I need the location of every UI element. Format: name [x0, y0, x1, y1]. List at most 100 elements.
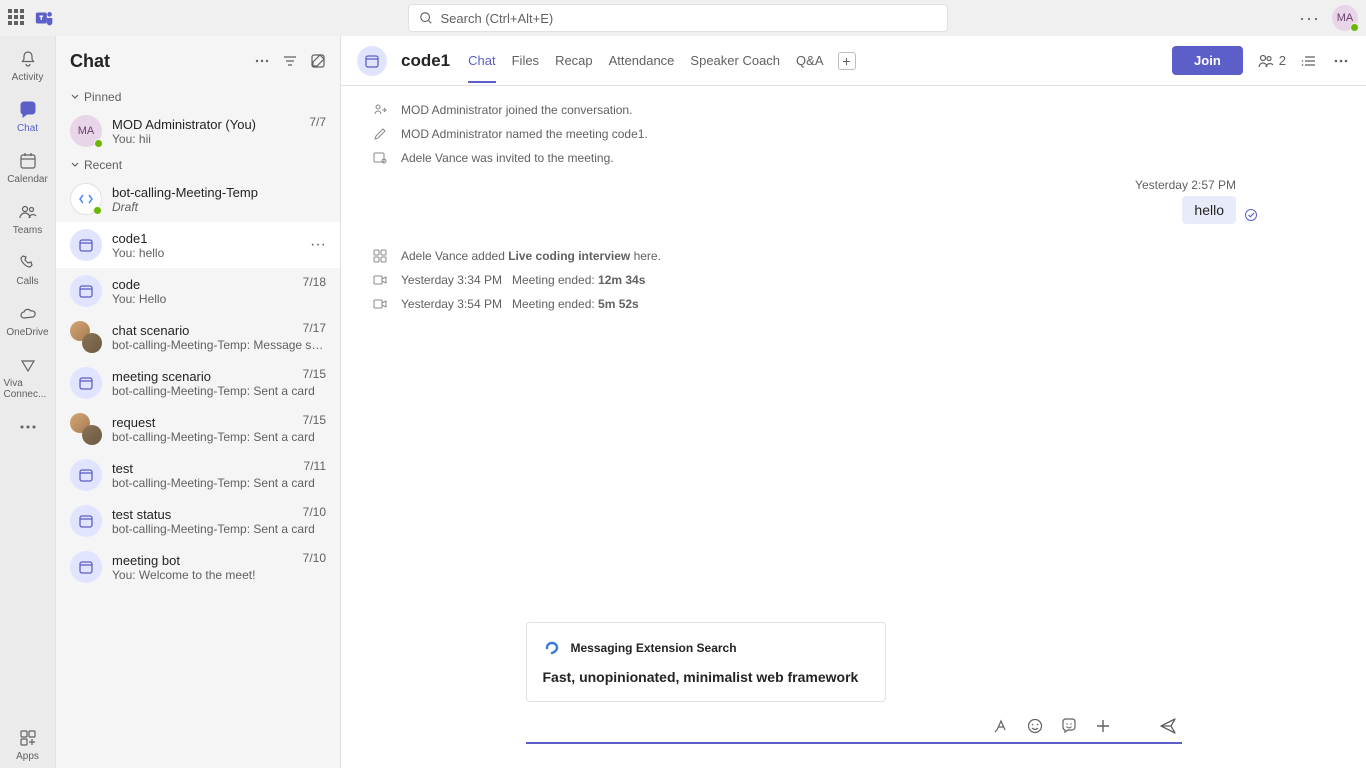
- chat-item-title: request: [112, 415, 326, 430]
- invite-icon: [371, 149, 389, 167]
- compose-area: Messaging Extension Search Fast, unopini…: [341, 622, 1366, 768]
- chat-list-item[interactable]: chat scenariobot-calling-Meeting-Temp: M…: [56, 314, 340, 360]
- rail-calls[interactable]: Calls: [4, 246, 52, 293]
- chat-list-item[interactable]: code1You: hello···: [56, 222, 340, 268]
- chat-item-subtitle: bot-calling-Meeting-Temp: Sent a card: [112, 476, 326, 490]
- chat-item-title: bot-calling-Meeting-Temp: [112, 185, 326, 200]
- chat-item-more[interactable]: ···: [310, 236, 326, 254]
- chevron-down-icon: [70, 160, 80, 170]
- list-icon[interactable]: [1300, 52, 1318, 70]
- rail-activity[interactable]: Activity: [4, 42, 52, 89]
- join-button[interactable]: Join: [1172, 46, 1243, 75]
- filter-icon[interactable]: [282, 53, 298, 69]
- people-icon: [17, 201, 39, 223]
- system-message: MOD Administrator named the meeting code…: [341, 122, 1366, 146]
- chat-list-item[interactable]: meeting scenariobot-calling-Meeting-Temp…: [56, 360, 340, 406]
- compose-toolbar: [526, 710, 1182, 744]
- calendar-icon: [17, 150, 39, 172]
- chat-item-title: code: [112, 277, 326, 292]
- participants-button[interactable]: 2: [1257, 52, 1286, 70]
- card-header-text: Messaging Extension Search: [571, 641, 737, 655]
- avatar: [70, 413, 102, 445]
- chat-item-title: meeting bot: [112, 553, 326, 568]
- header-more-icon[interactable]: [1332, 52, 1350, 70]
- titlebar: Search (Ctrl+Alt+E) ··· MA: [0, 0, 1366, 36]
- viva-icon: [17, 354, 39, 376]
- outgoing-message: hello: [341, 196, 1366, 230]
- chat-item-subtitle: You: hello: [112, 246, 326, 260]
- send-icon[interactable]: [1158, 716, 1178, 736]
- user-avatar[interactable]: MA: [1332, 5, 1358, 31]
- chat-item-title: test status: [112, 507, 326, 522]
- chat-list-item[interactable]: testbot-calling-Meeting-Temp: Sent a car…: [56, 452, 340, 498]
- chat-item-subtitle: You: hii: [112, 132, 326, 146]
- read-receipt-icon: [1244, 208, 1258, 222]
- chat-item-subtitle: bot-calling-Meeting-Temp: Sent a card: [112, 430, 326, 444]
- system-message: MOD Administrator joined the conversatio…: [341, 98, 1366, 122]
- extension-icon: [543, 639, 561, 657]
- search-icon: [419, 11, 433, 25]
- chat-icon: [17, 99, 39, 121]
- chat-item-title: chat scenario: [112, 323, 326, 338]
- chat-item-title: meeting scenario: [112, 369, 326, 384]
- rail-chat[interactable]: Chat: [4, 93, 52, 140]
- recent-section-header[interactable]: Recent: [56, 154, 340, 176]
- chat-list-title: Chat: [70, 51, 110, 72]
- search-input[interactable]: Search (Ctrl+Alt+E): [408, 4, 948, 32]
- cloud-icon: [17, 303, 39, 325]
- avatar: [70, 505, 102, 537]
- app-launcher-icon[interactable]: [8, 9, 26, 27]
- conversation-avatar: [357, 46, 387, 76]
- timestamp-separator: Yesterday 2:57 PM: [341, 170, 1366, 196]
- rail-apps[interactable]: Apps: [4, 721, 52, 768]
- tab-files[interactable]: Files: [512, 39, 539, 83]
- app-rail: Activity Chat Calendar Teams Calls OneDr…: [0, 36, 56, 768]
- avatar: [70, 229, 102, 261]
- chat-list-item[interactable]: bot-calling-Meeting-TempDraft: [56, 176, 340, 222]
- apps-icon: [17, 727, 39, 749]
- conversation-header: code1 Chat Files Recap Attendance Speaker Co…: [341, 36, 1366, 86]
- rail-viva[interactable]: Viva Connec...: [4, 348, 52, 406]
- rail-onedrive[interactable]: OneDrive: [4, 297, 52, 344]
- chat-item-subtitle: bot-calling-Meeting-Temp: Sent a card: [112, 384, 326, 398]
- tab-chat[interactable]: Chat: [468, 39, 495, 83]
- rail-more[interactable]: [4, 410, 52, 444]
- chat-list-item[interactable]: MAMOD Administrator (You)You: hii7/7: [56, 108, 340, 154]
- format-icon[interactable]: [992, 717, 1010, 735]
- chat-list-item[interactable]: test statusbot-calling-Meeting-Temp: Sen…: [56, 498, 340, 544]
- chat-more-icon[interactable]: [254, 53, 270, 69]
- chat-list-item[interactable]: requestbot-calling-Meeting-Temp: Sent a …: [56, 406, 340, 452]
- chat-item-date: 7/17: [303, 321, 326, 335]
- tab-q&a[interactable]: Q&A: [796, 39, 823, 83]
- chat-item-title: code1: [112, 231, 326, 246]
- chat-item-title: MOD Administrator (You): [112, 117, 326, 132]
- grid-icon: [371, 247, 389, 265]
- plus-icon[interactable]: [1094, 717, 1112, 735]
- avatar: [70, 183, 102, 215]
- more-button[interactable]: ···: [1299, 8, 1320, 29]
- chat-list-pane: Chat Pinned MAMOD Administrator (You)You…: [56, 36, 341, 768]
- rail-teams[interactable]: Teams: [4, 195, 52, 242]
- tab-speaker-coach[interactable]: Speaker Coach: [690, 39, 780, 83]
- phone-icon: [17, 252, 39, 274]
- reaction-icon[interactable]: [1060, 717, 1078, 735]
- emoji-icon[interactable]: [1026, 717, 1044, 735]
- chat-list-item[interactable]: codeYou: Hello7/18: [56, 268, 340, 314]
- video-icon: [371, 271, 389, 289]
- conversation-pane: code1 Chat Files Recap Attendance Speaker Co…: [341, 36, 1366, 768]
- add-tab-button[interactable]: +: [838, 52, 856, 70]
- message-text: hello: [1194, 202, 1224, 218]
- presence-badge: [1350, 23, 1359, 32]
- pinned-section-header[interactable]: Pinned: [56, 86, 340, 108]
- new-chat-icon[interactable]: [310, 53, 326, 69]
- card-body-text: Fast, unopinionated, minimalist web fram…: [543, 669, 869, 685]
- rail-calendar[interactable]: Calendar: [4, 144, 52, 191]
- conversation-title: code1: [401, 51, 450, 71]
- chat-list-item[interactable]: meeting botYou: Welcome to the meet!7/10: [56, 544, 340, 590]
- tab-attendance[interactable]: Attendance: [609, 39, 675, 83]
- people-icon: [1257, 52, 1275, 70]
- chat-item-date: 7/18: [303, 275, 326, 289]
- chevron-down-icon: [70, 92, 80, 102]
- tab-recap[interactable]: Recap: [555, 39, 593, 83]
- card-preview[interactable]: Messaging Extension Search Fast, unopini…: [526, 622, 886, 702]
